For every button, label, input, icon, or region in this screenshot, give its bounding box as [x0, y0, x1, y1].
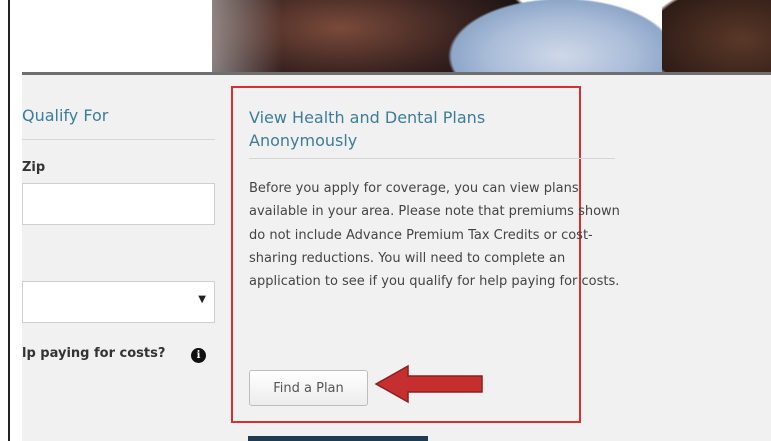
qualify-divider: [22, 139, 215, 140]
arrow-left-icon: [374, 364, 483, 404]
plans-title: View Health and Dental Plans Anonymously: [249, 108, 486, 150]
info-icon[interactable]: i: [191, 348, 206, 363]
plans-description: Before you apply for coverage, you can v…: [249, 181, 620, 290]
banner-photo: [22, 0, 771, 72]
zip-input[interactable]: [22, 183, 215, 225]
left-border-line: [8, 0, 10, 441]
help-paying-label: lp paying for costs?: [22, 346, 166, 361]
bottom-button-edge: [248, 436, 428, 441]
qualify-heading: Qualify For: [22, 106, 109, 125]
chevron-down-icon: ▼: [198, 294, 206, 305]
plans-divider: [249, 158, 615, 159]
zip-label: Zip: [22, 160, 46, 175]
coverage-select[interactable]: ▼: [22, 281, 215, 323]
find-a-plan-button[interactable]: Find a Plan: [249, 370, 368, 406]
